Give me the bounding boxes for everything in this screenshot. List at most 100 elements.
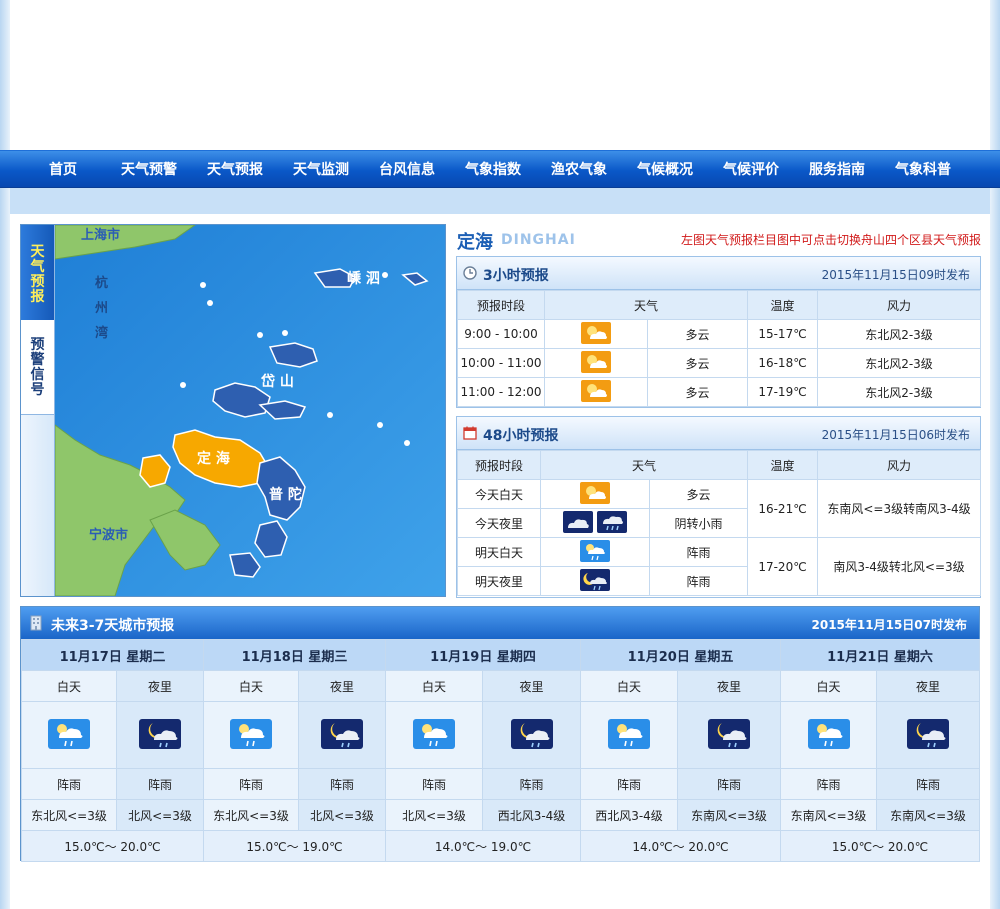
- zhoushan-map[interactable]: 上海市 杭 州 湾 嵊 泗 岱 山 定 海 普 陀 宁波市: [55, 225, 445, 596]
- nav-item-agri[interactable]: 渔农气象: [536, 159, 622, 179]
- shower-night-icon: [510, 718, 553, 752]
- city-switch-tip: 左图天气预报栏目图中可点击切换舟山四个区县天气预报: [680, 233, 981, 247]
- forecast-days-title: 未来3-7天城市预报: [51, 618, 175, 634]
- shower-night-icon: [907, 718, 949, 752]
- table-row: 11:00 - 12:00 多云 17-19℃ 东北风2-3级: [457, 377, 982, 407]
- table-row: 10:00 - 11:00 多云 16-18℃ 东北风2-3级: [457, 348, 982, 378]
- wind-cell: 南风3-4级转北风<=3级: [817, 537, 982, 596]
- night-wind: 东南风<=3级: [677, 799, 781, 831]
- nav-item-index[interactable]: 气象指数: [450, 159, 536, 179]
- nav-sub-band: [10, 188, 990, 214]
- night-label: 夜里: [298, 670, 386, 702]
- nav-item-forecast[interactable]: 天气预报: [192, 159, 278, 179]
- map-label-daishan[interactable]: 岱 山: [260, 373, 294, 390]
- weather-cell: 阴转小雨: [648, 508, 749, 538]
- col-header-wind: 风力: [817, 290, 982, 320]
- night-weather: 阵雨: [116, 768, 204, 800]
- forecast-3h-table: 预报时段 天气 温度 风力 9:00 - 10:00 多云 15-17℃ 东北风…: [457, 290, 982, 407]
- nav-item-climate[interactable]: 气候概况: [622, 159, 708, 179]
- day-icon-cell: [385, 701, 483, 769]
- weather-icon-cell: [544, 377, 648, 407]
- weather-cell: 多云: [646, 319, 749, 349]
- day-temp-range: 15.0℃～ 20.0℃: [780, 830, 980, 862]
- map-islet: [180, 382, 186, 388]
- forecast-48h-header: 48小时预报 2015年11月15日06时发布: [457, 417, 980, 450]
- tab-warning-signal[interactable]: 预警信号: [21, 320, 55, 415]
- nav-item-evaluation[interactable]: 气候评价: [708, 159, 794, 179]
- map-islet: [382, 272, 388, 278]
- partly-cloudy-icon: [581, 321, 611, 347]
- weather-cell: 多云: [646, 377, 749, 407]
- partly-cloudy-icon: [580, 481, 610, 507]
- shower-day-icon: [48, 718, 90, 752]
- night-icon-cell: [482, 701, 581, 769]
- night-icon-cell: [116, 701, 204, 769]
- shower-night-icon: [321, 718, 363, 752]
- weather-icon-cell: [540, 479, 650, 509]
- period-cell: 明天白天: [457, 537, 541, 567]
- weather-icon-cell: [544, 348, 648, 378]
- map-islet: [257, 332, 263, 338]
- shower-night-icon: [708, 718, 750, 752]
- day-weather: 阵雨: [780, 768, 877, 800]
- shower-day-icon: [413, 718, 455, 752]
- forecast-48h-title: 48小时预报: [483, 428, 559, 444]
- map-label-shengsi[interactable]: 嵊 泗: [347, 270, 380, 287]
- col-header-period: 预报时段: [457, 450, 541, 480]
- night-wind: 北风<=3级: [298, 799, 386, 831]
- nav-item-monitor[interactable]: 天气监测: [278, 159, 364, 179]
- day-wind: 北风<=3级: [385, 799, 483, 831]
- period-cell: 今天夜里: [457, 508, 541, 538]
- night-icon-cell: [876, 701, 980, 769]
- shower-day-icon: [807, 718, 850, 752]
- night-weather: 阵雨: [677, 768, 781, 800]
- day-temp-range: 14.0℃～ 19.0℃: [385, 830, 581, 862]
- col-header-weather: 天气: [543, 290, 749, 320]
- night-icon-cell: [677, 701, 781, 769]
- map-islet: [327, 412, 333, 418]
- temp-cell: 17-20℃: [747, 537, 819, 596]
- overcast-night-icon: [563, 510, 594, 536]
- night-icon-cell: [298, 701, 386, 769]
- weather-icon-cell: [544, 319, 648, 349]
- table-row: 今天白天 多云 16-21℃ 东南风<=3级转南风3-4级: [457, 479, 982, 538]
- day-date: 11月20日 星期五: [580, 639, 781, 671]
- map-label-putuo[interactable]: 普 陀: [269, 486, 302, 503]
- forecast-48h-panel: 48小时预报 2015年11月15日06时发布 预报时段 天气 温度 风力 今天…: [456, 416, 982, 598]
- forecast-48h-table: 预报时段 天气 温度 风力 今天白天 多云 16-21℃ 东南风<=3级转南风3…: [457, 450, 982, 596]
- nav-item-warning[interactable]: 天气预警: [106, 159, 192, 179]
- weather-cell: 多云: [646, 348, 749, 378]
- map-islet: [200, 282, 206, 288]
- day-wind: 东北风<=3级: [21, 799, 117, 831]
- day-weather: 阵雨: [21, 768, 117, 800]
- day-weather: 阵雨: [203, 768, 299, 800]
- nav-item-science[interactable]: 气象科普: [880, 159, 966, 179]
- tab-weather-forecast[interactable]: 天气预报: [21, 225, 55, 320]
- day-wind: 西北风3-4级: [580, 799, 678, 831]
- temp-cell: 15-17℃: [747, 319, 819, 349]
- day-temp-range: 15.0℃～ 20.0℃: [21, 830, 204, 862]
- temp-cell: 16-18℃: [747, 348, 819, 378]
- temp-cell: 16-21℃: [747, 479, 819, 538]
- map-label-dinghai[interactable]: 定 海: [197, 450, 230, 467]
- night-weather: 阵雨: [482, 768, 581, 800]
- night-label: 夜里: [482, 670, 581, 702]
- day-label: 白天: [21, 670, 117, 702]
- wind-cell: 东北风2-3级: [817, 377, 982, 407]
- city-name: 定海: [457, 232, 493, 253]
- nav-item-service[interactable]: 服务指南: [794, 159, 880, 179]
- night-label: 夜里: [116, 670, 204, 702]
- night-weather: 阵雨: [298, 768, 386, 800]
- weather-icon-cell: [540, 508, 650, 538]
- col-header-period: 预报时段: [457, 290, 545, 320]
- nav-item-home[interactable]: 首页: [20, 159, 106, 179]
- shower-day-icon: [608, 718, 650, 752]
- weather-icon-cell: [540, 566, 650, 596]
- weather-cell: 阵雨: [648, 566, 749, 596]
- map-label-shanghai: 上海市: [81, 227, 120, 243]
- day-date: 11月19日 星期四: [385, 639, 581, 671]
- weather-cell: 多云: [648, 479, 749, 509]
- wind-cell: 东北风2-3级: [817, 348, 982, 378]
- day-temp-range: 15.0℃～ 19.0℃: [203, 830, 386, 862]
- nav-item-typhoon[interactable]: 台风信息: [364, 159, 450, 179]
